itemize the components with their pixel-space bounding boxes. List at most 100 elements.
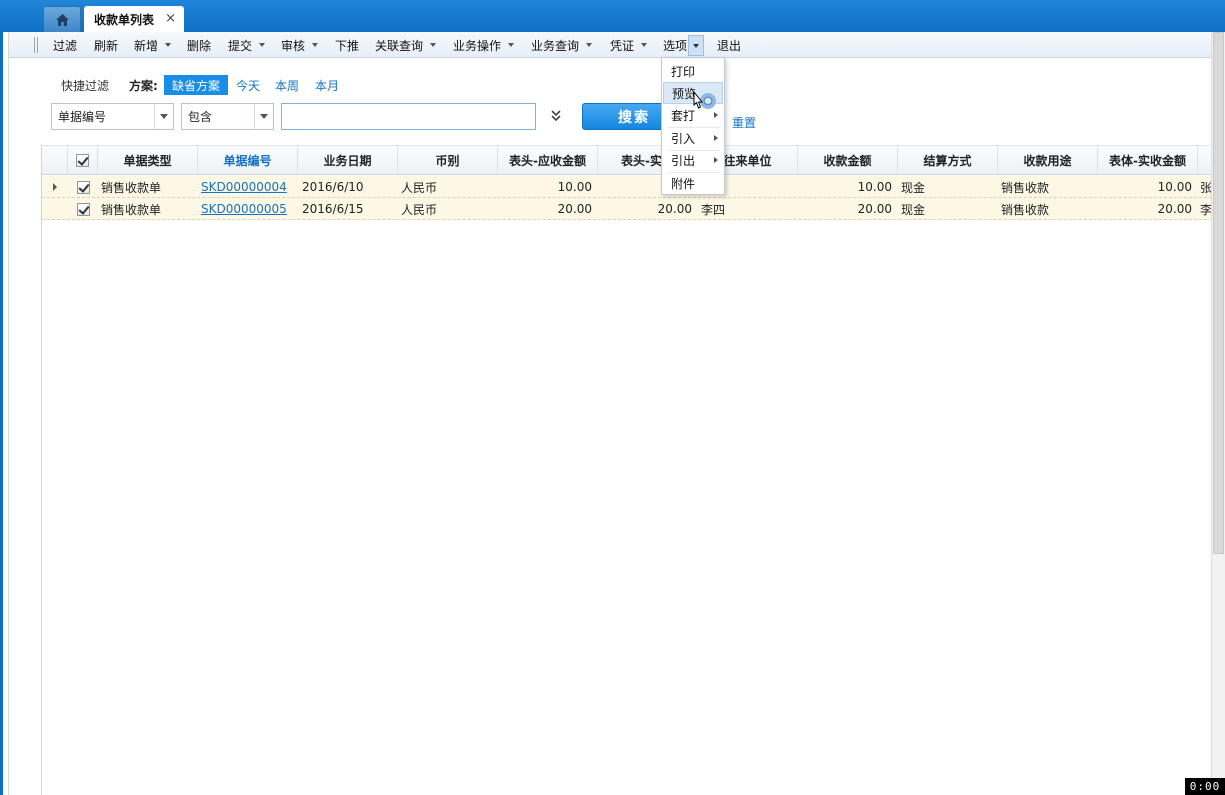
scheme-week[interactable]: 本周 (275, 77, 299, 94)
hand-pointer-icon (693, 90, 716, 109)
col-header-number[interactable]: 单据编号 (198, 146, 298, 175)
chevron-right-icon (53, 183, 57, 191)
chevron-down-icon (165, 43, 172, 47)
col-header-amount[interactable]: 收款金额 (798, 146, 898, 175)
cell-head-receivable: 20.00 (557, 202, 592, 216)
menu-item-import[interactable]: 引入 (663, 127, 723, 149)
home-tab[interactable] (43, 6, 81, 32)
chevron-down-icon (641, 43, 648, 47)
cell-purpose: 销售收款 (1001, 202, 1050, 217)
chevron-down-icon (430, 43, 437, 47)
cell-type: 销售收款单 (101, 202, 162, 217)
toolbar-grip (34, 37, 38, 53)
chevron-down-icon (312, 43, 319, 47)
exit-button[interactable]: 退出 (717, 32, 741, 58)
header-select-all[interactable] (68, 146, 98, 175)
checkbox-checked-icon[interactable] (76, 154, 89, 167)
vertical-scrollbar[interactable] (1211, 32, 1225, 795)
chevron-right-icon (714, 135, 718, 141)
bill-number-link[interactable]: SKD00000004 (201, 180, 287, 194)
cell-settlement: 现金 (901, 202, 926, 217)
options-button[interactable]: 选项 (663, 32, 687, 58)
table-row[interactable]: 销售收款单 SKD00000005 2016/6/15 人民币 20.00 20… (42, 198, 1212, 220)
chevron-down-icon (586, 43, 593, 47)
table-row[interactable]: 销售收款单 SKD00000004 2016/6/10 人民币 10.00 10… (42, 176, 1212, 198)
business-query-button[interactable]: 业务查询 (531, 32, 593, 58)
home-icon (55, 13, 69, 26)
quick-filter-label: 快捷过滤 (61, 79, 110, 93)
audit-button[interactable]: 审核 (281, 32, 319, 58)
related-query-button[interactable]: 关联查询 (375, 32, 437, 58)
submit-button[interactable]: 提交 (228, 32, 266, 58)
cell-currency: 人民币 (401, 202, 438, 217)
col-header-date[interactable]: 业务日期 (298, 146, 398, 175)
cell-body-received: 20.00 (1157, 202, 1192, 216)
col-header-head-receivable[interactable]: 表头-应收金额 (498, 146, 598, 175)
search-input[interactable] (281, 103, 536, 130)
cell-amount: 10.00 (857, 180, 892, 194)
cell-number[interactable]: SKD00000005 (201, 198, 297, 220)
push-down-button[interactable]: 下推 (335, 32, 359, 58)
filter-button[interactable]: 过滤 (53, 32, 77, 58)
chevron-down-icon (259, 43, 266, 47)
row-expand[interactable] (42, 176, 68, 198)
options-dropdown-toggle[interactable] (688, 35, 704, 56)
col-header-purpose[interactable]: 收款用途 (998, 146, 1098, 175)
operator-select[interactable]: 包含 (181, 103, 274, 130)
chevron-down-icon[interactable] (254, 104, 273, 129)
cell-head-received: 20.00 (657, 202, 692, 216)
grid-header: 单据类型 单据编号 业务日期 币别 表头-应收金额 表头-实收 往来单位 收款金… (42, 145, 1212, 175)
cell-purpose: 销售收款 (1001, 180, 1050, 195)
add-button[interactable]: 新增 (134, 32, 172, 58)
tab-bar: 收款单列表 × (0, 0, 1225, 32)
menu-item-print[interactable]: 打印 (663, 60, 723, 82)
scheme-month[interactable]: 本月 (315, 77, 339, 94)
business-ops-button[interactable]: 业务操作 (453, 32, 515, 58)
cell-type: 销售收款单 (101, 180, 162, 195)
checkbox-checked-icon[interactable] (76, 202, 90, 216)
left-edge (0, 32, 9, 795)
col-header-currency[interactable]: 币别 (398, 146, 498, 175)
scheme-default[interactable]: 缺省方案 (164, 75, 228, 95)
cell-number[interactable]: SKD00000004 (201, 176, 297, 198)
scheme-today[interactable]: 今天 (236, 77, 260, 94)
cell-settlement: 现金 (901, 180, 926, 195)
tab-receipt-list[interactable]: 收款单列表 × (84, 6, 184, 32)
toolbar: 过滤 刷新 新增 删除 提交 审核 下推 关联查询 业务操作 业务查询 凭证 选… (9, 32, 1211, 58)
chevron-right-icon (714, 157, 718, 163)
row-indicator (42, 198, 68, 220)
voucher-button[interactable]: 凭证 (610, 32, 648, 58)
cell-date: 2016/6/10 (302, 180, 364, 194)
cell-head-receivable: 10.00 (557, 180, 592, 194)
chevron-down-icon (693, 43, 699, 48)
cell-amount: 20.00 (857, 202, 892, 216)
header-row-indicator (42, 146, 68, 175)
data-grid: 单据类型 单据编号 业务日期 币别 表头-应收金额 表头-实收 往来单位 收款金… (41, 145, 1212, 795)
close-icon[interactable]: × (165, 11, 176, 26)
chevron-down-icon[interactable] (154, 104, 173, 129)
menu-item-export[interactable]: 引出 (663, 149, 723, 171)
cell-partner: 李四 (701, 202, 726, 217)
row-checkbox[interactable] (68, 198, 98, 220)
col-header-settlement[interactable]: 结算方式 (898, 146, 998, 175)
menu-item-attachment[interactable]: 附件 (663, 172, 723, 194)
timer-badge: 0:00 (1185, 778, 1225, 795)
scrollbar-thumb[interactable] (1213, 32, 1224, 554)
refresh-button[interactable]: 刷新 (94, 32, 118, 58)
col-header-type[interactable]: 单据类型 (98, 146, 198, 175)
field-select[interactable]: 单据编号 (51, 103, 174, 130)
scheme-label: 方案: (129, 79, 158, 93)
options-menu: 打印 预览 套打 引入 引出 附件 (661, 57, 725, 195)
bill-number-link[interactable]: SKD00000005 (201, 202, 287, 216)
cell-body-received: 10.00 (1157, 180, 1192, 194)
cell-currency: 人民币 (401, 180, 438, 195)
col-header-body-received[interactable]: 表体-实收金额 (1098, 146, 1198, 175)
double-chevron-down-icon[interactable] (549, 108, 563, 124)
reset-link[interactable]: 重置 (732, 114, 756, 131)
delete-button[interactable]: 删除 (187, 32, 211, 58)
checkbox-checked-icon[interactable] (76, 180, 90, 194)
tab-label: 收款单列表 (94, 12, 155, 27)
chevron-down-icon (508, 43, 515, 47)
row-checkbox[interactable] (68, 176, 98, 198)
cell-date: 2016/6/15 (302, 202, 364, 216)
